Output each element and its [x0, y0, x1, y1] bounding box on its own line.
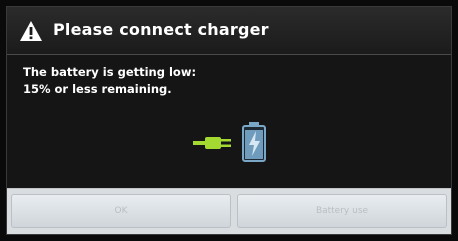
battery-use-button[interactable]: Battery use: [237, 194, 447, 228]
dialog-title: Please connect charger: [53, 20, 269, 39]
warning-icon: [20, 21, 42, 41]
message-line-1: The battery is getting low:: [23, 65, 197, 79]
dialog-title-bar: Please connect charger: [7, 7, 451, 55]
message-line-2: 15% or less remaining.: [23, 82, 172, 96]
dialog-button-bar: OK Battery use: [7, 188, 451, 234]
low-battery-dialog: Please connect charger The battery is ge…: [6, 6, 452, 235]
battery-charging-icon: [242, 122, 266, 162]
ok-button[interactable]: OK: [11, 194, 231, 228]
dialog-message: The battery is getting low: 15% or less …: [23, 64, 196, 98]
plug-icon: [193, 137, 231, 149]
